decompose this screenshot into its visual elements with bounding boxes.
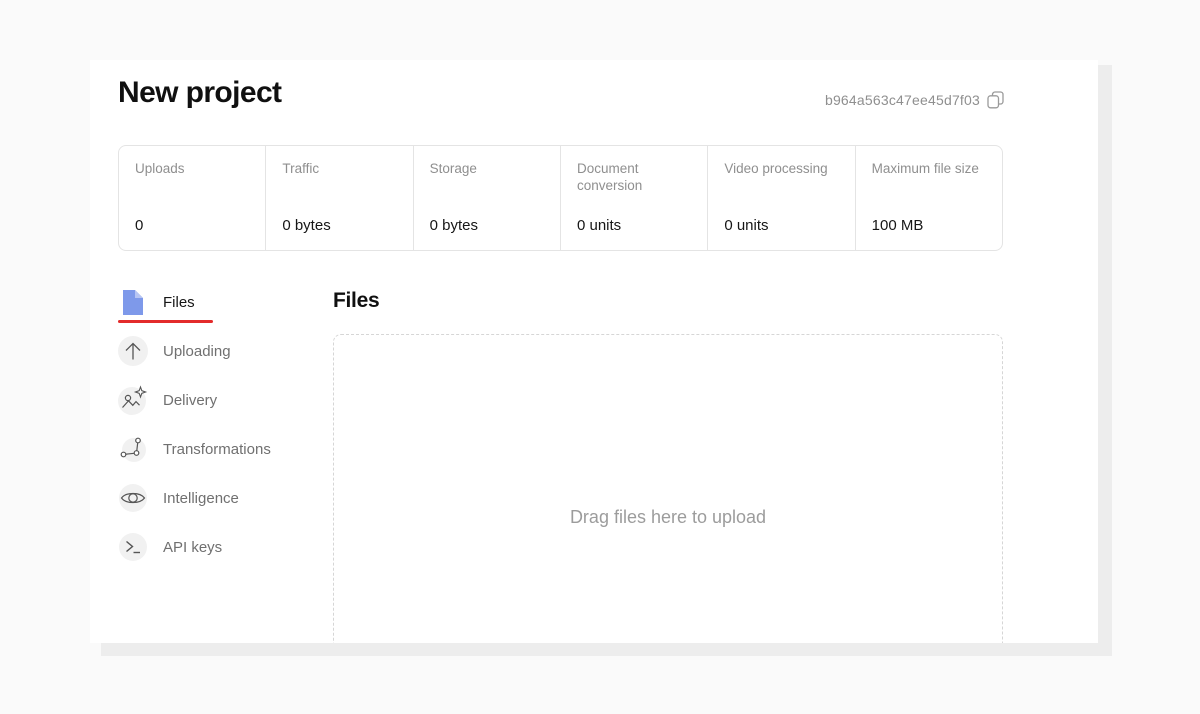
sidebar-item-intelligence[interactable]: Intelligence bbox=[118, 483, 318, 513]
stat-label: Maximum file size bbox=[872, 160, 988, 177]
main-panel: Files Drag files here to upload bbox=[333, 287, 1003, 643]
file-dropzone[interactable]: Drag files here to upload bbox=[333, 334, 1003, 643]
stat-document-conversion: Document conversion 0 units bbox=[561, 146, 708, 250]
image-sparkle-icon bbox=[118, 385, 148, 415]
sidebar-item-label: Intelligence bbox=[163, 490, 239, 507]
sidebar-item-transformations[interactable]: Transformations bbox=[118, 434, 318, 464]
stat-value: 0 units bbox=[724, 217, 840, 234]
sidebar-item-label: Files bbox=[163, 294, 195, 311]
stat-value: 0 bytes bbox=[430, 217, 546, 234]
stat-uploads: Uploads 0 bbox=[119, 146, 266, 250]
terminal-icon bbox=[118, 532, 148, 562]
stat-label: Video processing bbox=[724, 160, 840, 177]
stat-traffic: Traffic 0 bytes bbox=[266, 146, 413, 250]
sidebar-item-label: Delivery bbox=[163, 392, 217, 409]
stat-value: 0 units bbox=[577, 217, 693, 234]
file-icon bbox=[118, 287, 148, 317]
files-section-heading: Files bbox=[333, 287, 1003, 315]
sidebar-item-files[interactable]: Files bbox=[118, 287, 318, 317]
stat-label: Storage bbox=[430, 160, 546, 177]
sidebar: Files Uploading Delivery bbox=[118, 287, 318, 581]
project-id: b964a563c47ee45d7f03 bbox=[825, 91, 1004, 109]
project-id-value: b964a563c47ee45d7f03 bbox=[825, 92, 980, 108]
active-tab-underline bbox=[118, 320, 213, 324]
sidebar-item-label: Transformations bbox=[163, 441, 271, 458]
nodes-icon bbox=[118, 434, 148, 464]
stat-label: Document conversion bbox=[577, 160, 693, 194]
upload-arrow-icon bbox=[118, 336, 148, 366]
sidebar-item-uploading[interactable]: Uploading bbox=[118, 336, 318, 366]
eye-icon bbox=[118, 483, 148, 513]
copy-icon[interactable] bbox=[987, 91, 1004, 109]
vertical-scrollbar[interactable] bbox=[1098, 65, 1112, 656]
dropzone-text: Drag files here to upload bbox=[570, 507, 766, 528]
stat-value: 0 bbox=[135, 217, 251, 234]
stat-video-processing: Video processing 0 units bbox=[708, 146, 855, 250]
stat-value: 100 MB bbox=[872, 217, 988, 234]
sidebar-item-delivery[interactable]: Delivery bbox=[118, 385, 318, 415]
sidebar-item-label: API keys bbox=[163, 539, 222, 556]
stat-value: 0 bytes bbox=[282, 217, 398, 234]
project-page-card: New project b964a563c47ee45d7f03 Uploads… bbox=[90, 60, 1098, 643]
stat-max-file-size: Maximum file size 100 MB bbox=[856, 146, 1002, 250]
stat-label: Traffic bbox=[282, 160, 398, 177]
sidebar-item-api-keys[interactable]: API keys bbox=[118, 532, 318, 562]
stat-storage: Storage 0 bytes bbox=[414, 146, 561, 250]
stats-bar: Uploads 0 Traffic 0 bytes Storage 0 byte… bbox=[118, 145, 1003, 251]
sidebar-item-label: Uploading bbox=[163, 343, 231, 360]
stat-label: Uploads bbox=[135, 160, 251, 177]
horizontal-scrollbar[interactable] bbox=[101, 643, 1112, 656]
page-title: New project bbox=[118, 76, 281, 110]
